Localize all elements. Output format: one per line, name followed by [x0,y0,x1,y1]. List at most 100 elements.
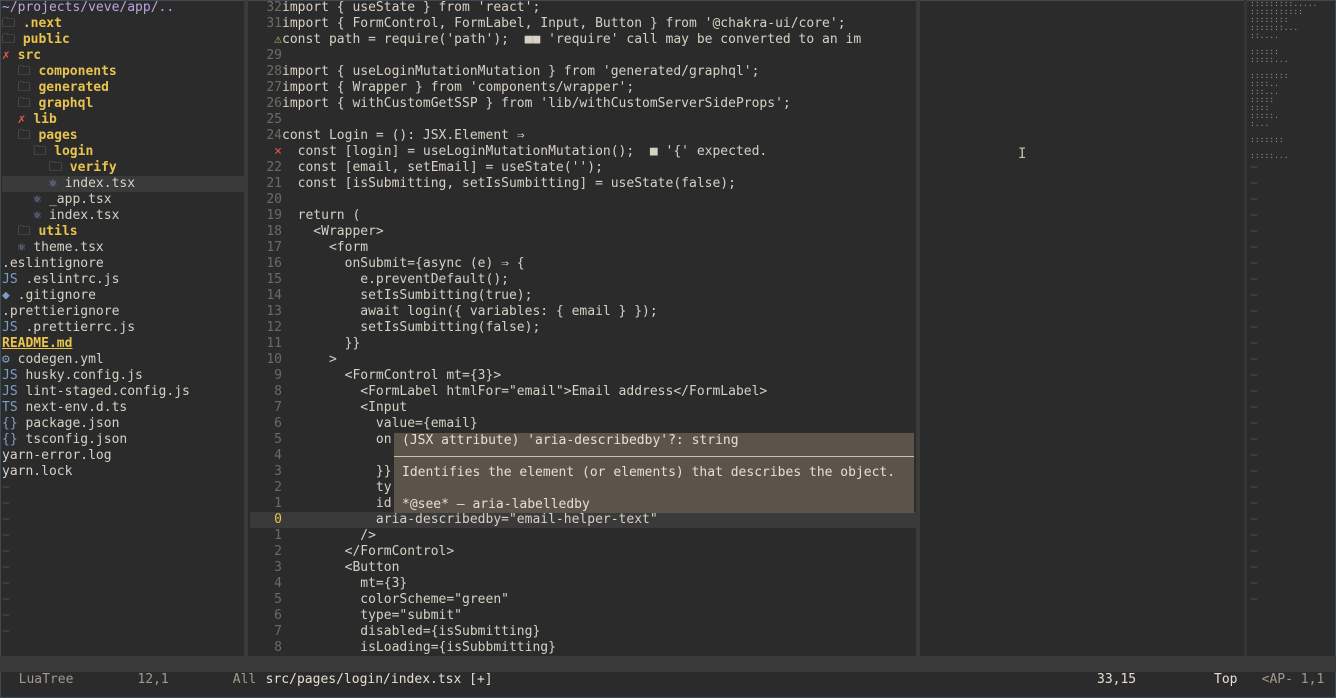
empty-line-marker: ~ [2,576,10,591]
tree-item[interactable]: {} package.json [2,416,244,432]
line-number: 15 [266,272,282,287]
line-number: 4 [274,576,282,591]
tree-item[interactable]: 🗀 utils [2,224,244,240]
pane-divider[interactable] [244,0,248,656]
pane-divider[interactable] [916,0,920,656]
tree-item[interactable]: yarn-error.log [2,448,244,464]
tree-item[interactable]: 🗀 public [2,32,244,48]
react-icon: ⚛ [2,176,65,191]
line-number: 3 [274,464,282,479]
code-line[interactable]: 24const Login = (): JSX.Element ⇒ [250,128,916,144]
cursor-position: 33,15 [1097,672,1137,687]
minimap[interactable]: :::::::::.....::::::::::::::::::::::::::… [1250,0,1330,656]
code-line[interactable]: × const [login] = useLoginMutationMutati… [250,144,916,160]
code-line[interactable]: 5 colorScheme="green" [250,592,916,608]
tree-item[interactable]: TS next-env.d.ts [2,400,244,416]
code-text: const [isSubmitting, setIsSumbitting] = … [282,176,736,191]
code-line[interactable]: 8 <FormLabel htmlFor="email">Email addre… [250,384,916,400]
code-line[interactable]: 11 }} [250,336,916,352]
tree-item-label: graphql [38,96,94,111]
code-line[interactable]: 26import { withCustomGetSSP } from 'lib/… [250,96,916,112]
line-number: 11 [266,336,282,351]
code-line[interactable]: 3 <Button [250,560,916,576]
code-line[interactable]: 2 </FormControl> [250,544,916,560]
tree-item-label: utils [38,224,78,239]
code-text: await login({ variables: { email } }); [282,304,658,319]
code-line[interactable]: 25 [250,112,916,128]
code-line[interactable]: 12 setIsSumbitting(false); [250,320,916,336]
code-line[interactable]: 29 [250,48,916,64]
line-number: 12 [266,320,282,335]
tree-item[interactable]: JS husky.config.js [2,368,244,384]
code-line[interactable]: 21 const [isSubmitting, setIsSumbitting]… [250,176,916,192]
tree-root-path[interactable]: ~/projects/veve/app/.. [2,0,244,16]
code-line[interactable]: 31import { FormControl, FormLabel, Input… [250,16,916,32]
code-line[interactable]: 10 > [250,352,916,368]
code-line[interactable]: 13 await login({ variables: { email } })… [250,304,916,320]
code-line[interactable]: 7 disabled={isSubmitting} [250,624,916,640]
tree-item[interactable]: ⚙ codegen.yml [2,352,244,368]
code-line[interactable]: 22 const [email, setEmail] = useState(''… [250,160,916,176]
code-line[interactable]: 4 mt={3} [250,576,916,592]
tree-item-label: pages [38,128,78,143]
tree-item[interactable]: ⚛ _app.tsx [2,192,244,208]
tree-item[interactable]: JS lint-staged.config.js [2,384,244,400]
code-line[interactable]: 27import { Wrapper } from 'components/wr… [250,80,916,96]
tree-item[interactable]: 🗀 pages [2,128,244,144]
empty-line-marker: ~ [1250,240,1258,255]
empty-line-marker: ~ [2,528,10,543]
code-line[interactable]: 15 e.preventDefault(); [250,272,916,288]
code-line[interactable]: 8 isLoading={isSubbmitting} [250,640,916,656]
mouse-cursor-icon: I [1018,146,1027,162]
tree-item-label: next-env.d.ts [25,400,128,415]
tree-item[interactable]: JS .eslintrc.js [2,272,244,288]
tree-item[interactable]: .prettierignore [2,304,244,320]
tree-item[interactable]: 🗀 login [2,144,244,160]
tree-item[interactable]: {} tsconfig.json [2,432,244,448]
line-number: 6 [274,416,282,431]
code-editor[interactable]: 32import { useState } from 'react'; 31imp… [250,0,916,656]
tree-item[interactable]: 🗀 generated [2,80,244,96]
code-line[interactable]: 6 type="submit" [250,608,916,624]
line-number: 22 [266,160,282,175]
code-text: <Input [282,400,408,415]
code-line[interactable]: 32import { useState } from 'react'; [250,0,916,16]
tree-item[interactable]: yarn.lock [2,464,244,480]
tree-item[interactable]: ⚛ theme.tsx [2,240,244,256]
code-line[interactable]: 19 return ( [250,208,916,224]
code-line[interactable]: 18 <Wrapper> [250,224,916,240]
line-number: 8 [274,384,282,399]
code-line[interactable]: 20 [250,192,916,208]
js-icon: JS [2,384,26,399]
tree-item[interactable]: 🗀 graphql [2,96,244,112]
code-line[interactable]: 1 /> [250,528,916,544]
code-line[interactable]: 0 aria-describedby="email-helper-text" [250,512,916,528]
tree-item[interactable]: 🗀 verify [2,160,244,176]
empty-split-pane[interactable] [922,0,1242,656]
tree-item[interactable]: ⚛ index.tsx [2,176,244,192]
minimap-line: :::::... [1250,55,1289,64]
tree-item[interactable]: .eslintignore [2,256,244,272]
tree-item[interactable]: ⚛ index.tsx [2,208,244,224]
tree-item-label: yarn.lock [2,464,73,479]
code-line[interactable]: 9 <FormControl mt={3}> [250,368,916,384]
tree-item[interactable]: README.md [2,336,244,352]
code-line[interactable]: 17 <form [250,240,916,256]
tree-item[interactable]: JS .prettierrc.js [2,320,244,336]
tree-item[interactable]: ◆ .gitignore [2,288,244,304]
pane-divider[interactable] [1244,0,1247,656]
tree-item[interactable]: ✗ src [2,48,244,64]
tree-item[interactable]: ✗ lib [2,112,244,128]
code-line[interactable]: 7 <Input [250,400,916,416]
code-text: onSubmit={async (e) ⇒ { [282,256,525,271]
code-line[interactable]: ⚠const path = require('path'); ■■ 'requi… [250,32,916,48]
tree-item[interactable]: 🗀 components [2,64,244,80]
code-line[interactable]: 16 onSubmit={async (e) ⇒ { [250,256,916,272]
empty-line-marker: ~ [1250,576,1258,591]
tree-item[interactable]: 🗀 .next [2,16,244,32]
file-tree[interactable]: ~/projects/veve/app/.. 🗀 .next 🗀 public ✗ … [2,0,244,656]
code-line[interactable]: 14 setIsSumbitting(true); [250,288,916,304]
code-line[interactable]: 6 value={email} [250,416,916,432]
code-line[interactable]: 28import { useLoginMutationMutation } fr… [250,64,916,80]
line-number: 32 [266,0,282,15]
